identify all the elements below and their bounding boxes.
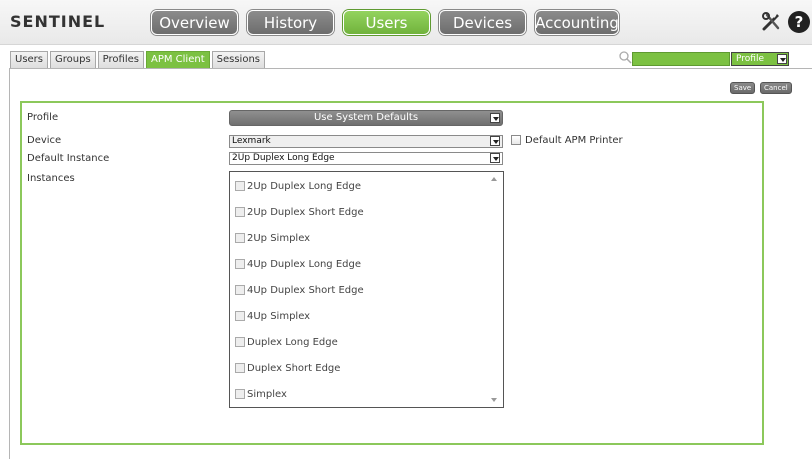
nav-history[interactable]: History — [247, 10, 334, 35]
instance-checkbox[interactable] — [235, 259, 245, 269]
device-select[interactable]: Lexmark — [229, 135, 503, 148]
instances-label: Instances — [27, 173, 75, 184]
device-select-value: Lexmark — [232, 136, 271, 146]
profile-dropdown-value: Use System Defaults — [313, 112, 419, 123]
tools-icon[interactable] — [760, 11, 782, 33]
instance-checkbox[interactable] — [235, 363, 245, 373]
tab-sessions[interactable]: Sessions — [211, 51, 265, 68]
nav-overview[interactable]: Overview — [151, 10, 238, 35]
search-icon — [619, 51, 632, 64]
chevron-down-icon — [490, 113, 500, 123]
chevron-down-icon — [490, 136, 500, 146]
app-logo: SENTINEL — [10, 12, 106, 31]
search-input[interactable] — [632, 52, 730, 66]
instance-label: 4Up Duplex Short Edge — [247, 285, 364, 296]
device-label: Device — [27, 135, 62, 146]
scroll-up-icon[interactable] — [491, 177, 497, 181]
instances-listbox[interactable]: 2Up Duplex Long Edge 2Up Duplex Short Ed… — [229, 171, 504, 408]
help-icon[interactable]: ? — [788, 11, 810, 33]
search-filter-select[interactable]: Profile — [731, 52, 789, 66]
nav-users[interactable]: Users — [343, 10, 430, 35]
instance-label: 4Up Simplex — [247, 311, 311, 322]
chevron-down-icon — [777, 54, 787, 64]
instance-label: 2Up Duplex Long Edge — [247, 181, 361, 192]
header-bar: SENTINEL Overview History Users Devices … — [0, 0, 812, 45]
tab-users[interactable]: Users — [10, 51, 49, 68]
instance-label: 4Up Duplex Long Edge — [247, 259, 361, 270]
instance-label: Duplex Long Edge — [247, 337, 338, 348]
tab-profiles[interactable]: Profiles — [97, 51, 144, 68]
default-instance-select-value: 2Up Duplex Long Edge — [232, 153, 335, 163]
nav-devices[interactable]: Devices — [439, 10, 526, 35]
default-apm-printer-label: Default APM Printer — [525, 135, 623, 146]
chevron-down-icon — [490, 153, 500, 163]
instance-label: 2Up Simplex — [247, 233, 311, 244]
tab-groups[interactable]: Groups — [50, 51, 96, 68]
instance-label: Simplex — [247, 389, 287, 400]
instance-checkbox[interactable] — [235, 207, 245, 217]
nav-accounting[interactable]: Accounting — [535, 10, 619, 35]
scroll-down-icon[interactable] — [491, 398, 497, 402]
instance-checkbox[interactable] — [235, 181, 245, 191]
cancel-button[interactable]: Cancel — [760, 82, 792, 94]
search-filter-value: Profile — [736, 54, 764, 64]
instance-checkbox[interactable] — [235, 233, 245, 243]
profile-label: Profile — [27, 112, 59, 123]
instance-label: Duplex Short Edge — [247, 363, 341, 374]
default-instance-label: Default Instance — [27, 153, 110, 164]
default-instance-select[interactable]: 2Up Duplex Long Edge — [229, 152, 503, 165]
instance-label: 2Up Duplex Short Edge — [247, 207, 364, 218]
instance-checkbox[interactable] — [235, 337, 245, 347]
default-apm-printer-checkbox[interactable] — [511, 135, 521, 145]
instance-checkbox[interactable] — [235, 389, 245, 399]
save-button[interactable]: Save — [730, 82, 756, 94]
subtab-bar: Users Groups Profiles APM Client Session… — [10, 51, 267, 68]
instance-checkbox[interactable] — [235, 285, 245, 295]
instance-checkbox[interactable] — [235, 311, 245, 321]
profile-dropdown[interactable]: Use System Defaults — [229, 110, 503, 126]
tab-apm-client[interactable]: APM Client — [145, 51, 210, 68]
